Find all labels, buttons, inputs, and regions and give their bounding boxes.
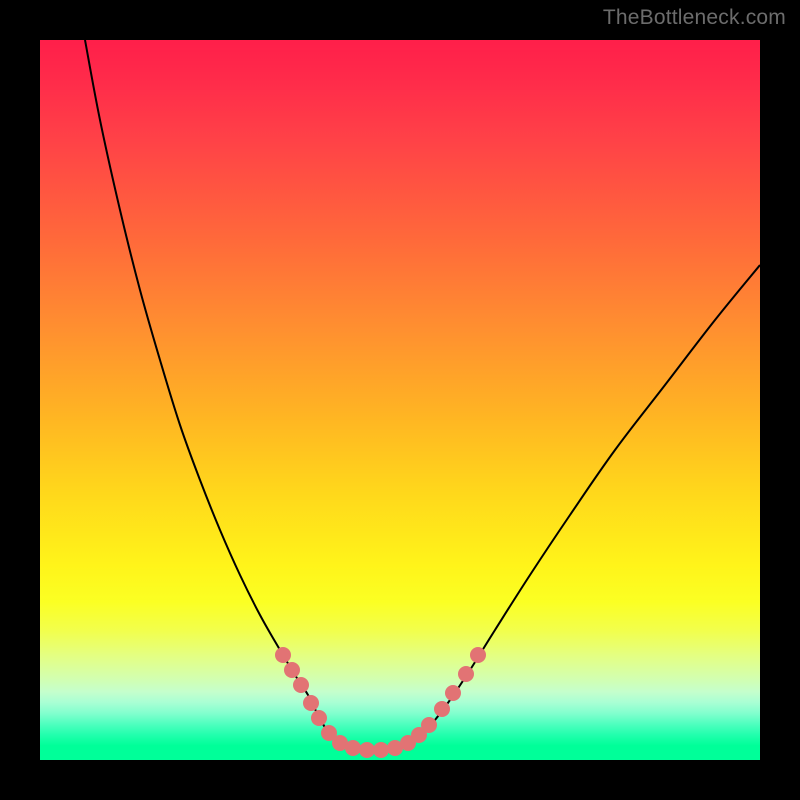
curve-marker <box>303 695 319 711</box>
curve-marker <box>275 647 291 663</box>
curve-marker <box>359 742 375 758</box>
curve-marker <box>293 677 309 693</box>
watermark-text: TheBottleneck.com <box>603 6 786 30</box>
curve-marker <box>284 662 300 678</box>
bottleneck-curve-path <box>85 40 760 749</box>
curve-marker <box>311 710 327 726</box>
bottleneck-curve <box>85 40 760 749</box>
curve-markers <box>275 647 486 758</box>
curve-marker <box>445 685 461 701</box>
curve-marker <box>434 701 450 717</box>
curve-marker <box>345 740 361 756</box>
frame-border: TheBottleneck.com <box>0 0 800 800</box>
curve-marker <box>458 666 474 682</box>
curve-marker <box>421 717 437 733</box>
curve-marker <box>470 647 486 663</box>
chart-svg <box>40 40 760 760</box>
plot-area <box>40 40 760 760</box>
curve-marker <box>373 742 389 758</box>
